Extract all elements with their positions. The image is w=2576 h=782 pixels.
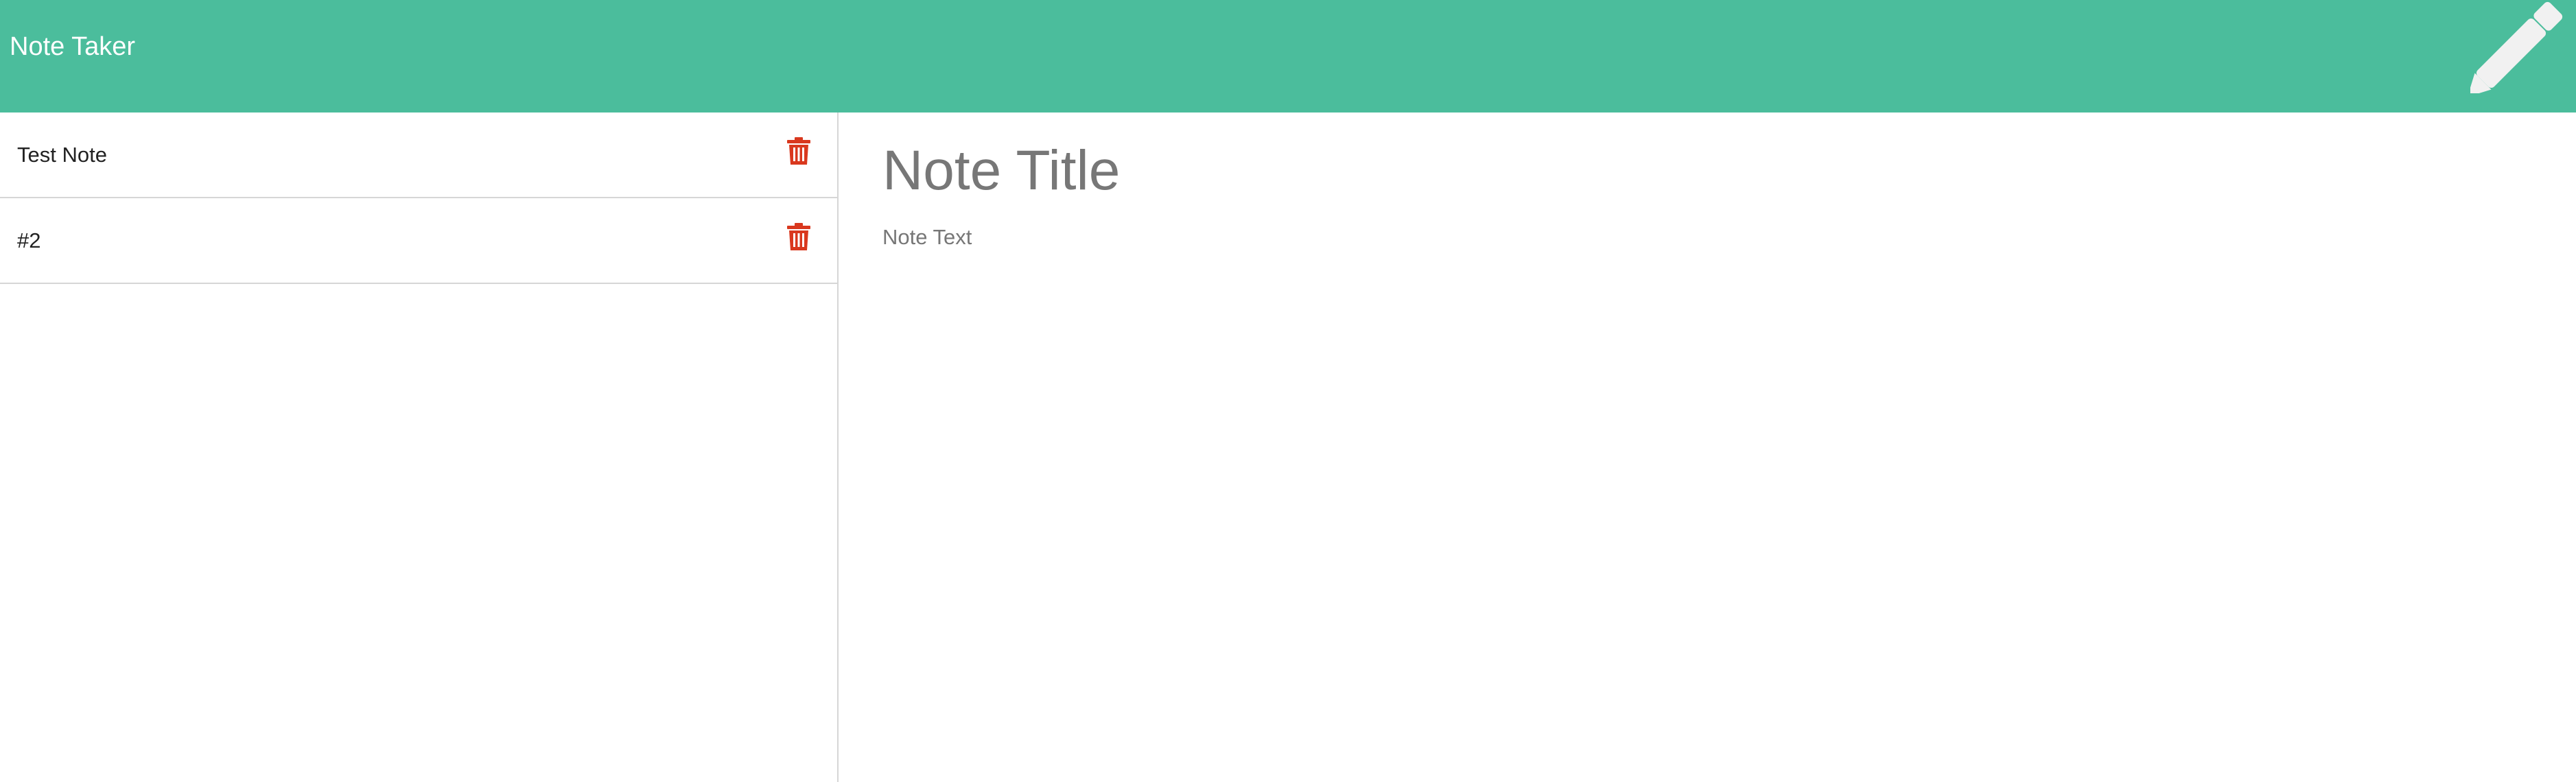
note-list-item[interactable]: Test Note (0, 112, 837, 198)
delete-note-button[interactable] (787, 137, 810, 165)
delete-note-button[interactable] (787, 223, 810, 250)
notes-sidebar: Test Note #2 (0, 112, 839, 782)
note-item-title[interactable]: #2 (17, 227, 40, 254)
note-title-input[interactable] (882, 133, 1912, 209)
pencil-icon (2470, 1, 2563, 93)
note-item-title[interactable]: Test Note (17, 141, 107, 169)
trash-icon (787, 223, 810, 250)
trash-icon (787, 137, 810, 165)
note-text-input[interactable] (882, 222, 2461, 702)
brand-link[interactable]: Note Taker (10, 30, 135, 63)
navbar: Note Taker (0, 0, 2576, 112)
note-list: Test Note #2 (0, 112, 837, 284)
note-list-item[interactable]: #2 (0, 198, 837, 284)
new-note-button[interactable] (2470, 1, 2564, 93)
note-editor (839, 112, 2576, 782)
